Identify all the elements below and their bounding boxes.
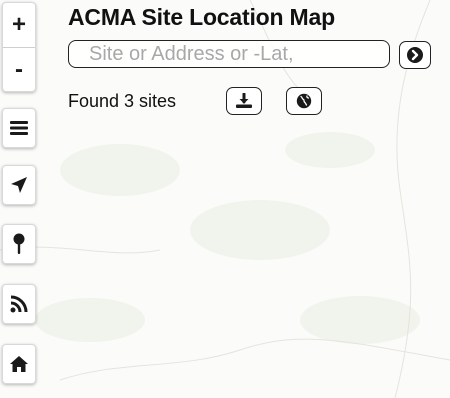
zoom-out-button[interactable]: - xyxy=(3,47,35,91)
zoom-in-button[interactable]: + xyxy=(3,3,35,47)
zoom-control: + - xyxy=(2,2,36,92)
drop-pin-button[interactable] xyxy=(2,224,36,264)
rss-icon xyxy=(10,295,28,313)
arrow-circle-right-icon xyxy=(407,47,423,63)
results-count: Found 3 sites xyxy=(68,91,177,111)
locate-button[interactable] xyxy=(2,165,36,205)
download-button[interactable] xyxy=(226,87,262,115)
feed-button[interactable] xyxy=(2,284,36,324)
home-icon xyxy=(10,356,28,372)
home-button[interactable] xyxy=(2,344,36,384)
globe-button[interactable] xyxy=(286,87,322,115)
layers-button[interactable] xyxy=(2,108,36,148)
menu-icon xyxy=(10,121,28,135)
search-input[interactable] xyxy=(68,40,390,68)
page-title: ACMA Site Location Map xyxy=(68,4,335,30)
search-go-button[interactable] xyxy=(399,41,431,69)
map-pin-icon xyxy=(13,233,25,254)
location-arrow-icon xyxy=(11,177,27,193)
globe-icon xyxy=(296,93,312,109)
download-icon xyxy=(236,93,252,108)
